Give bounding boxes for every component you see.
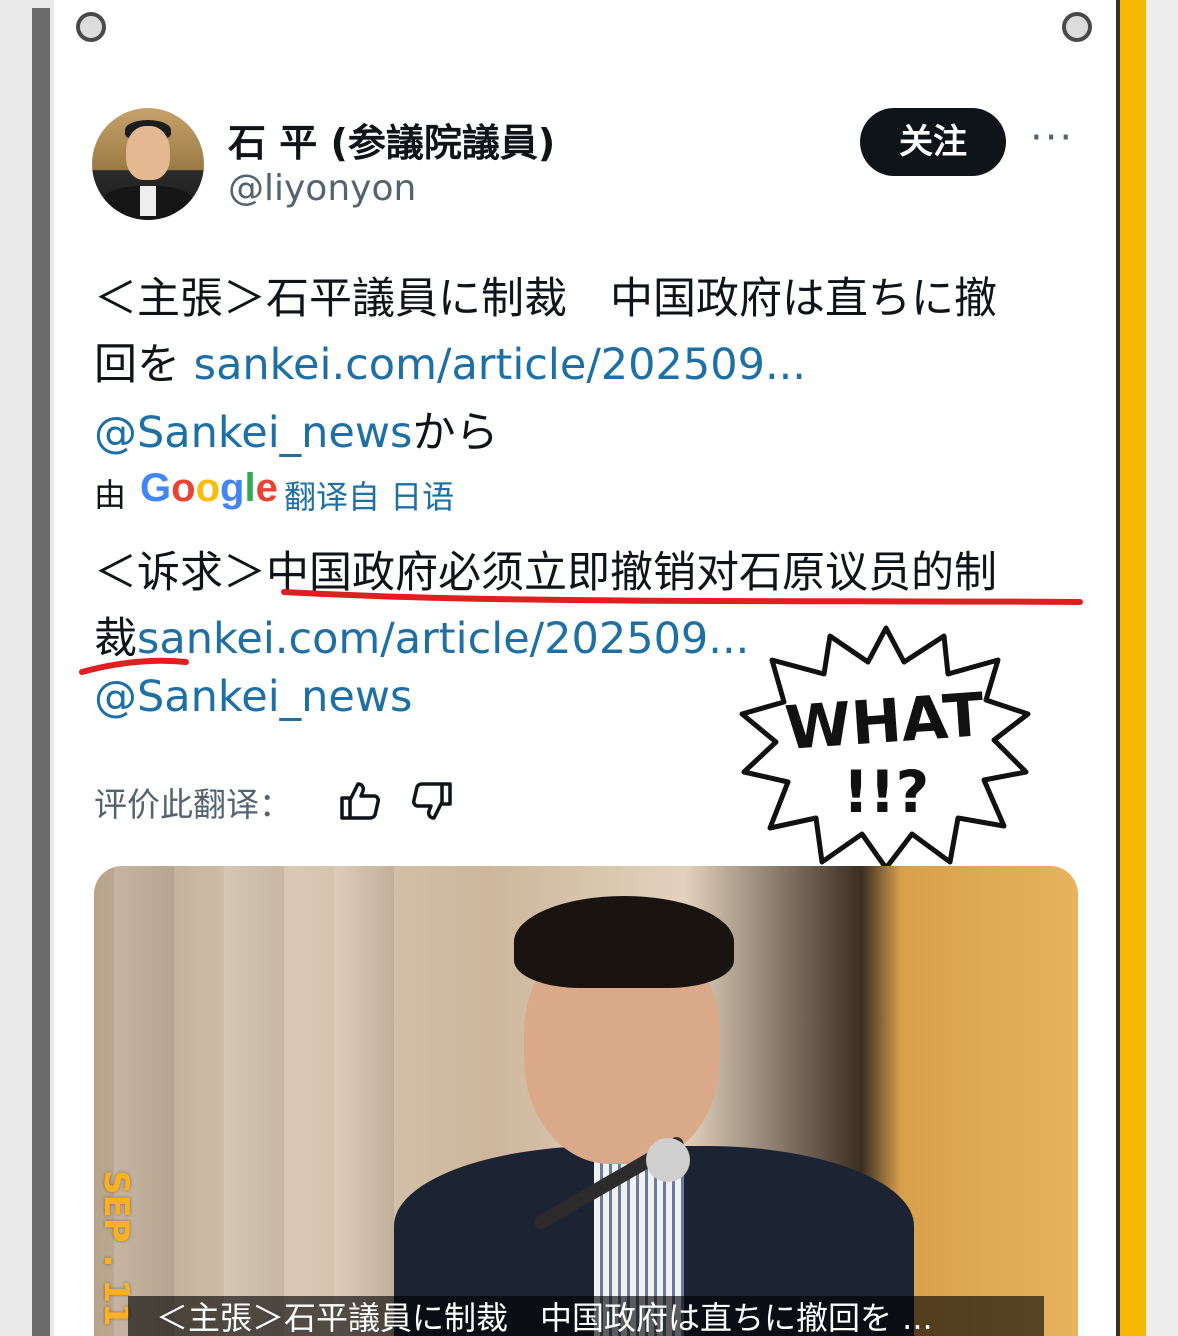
frame-left-border	[32, 8, 50, 1336]
what-sticker-burst: WHAT !!?	[739, 625, 1031, 871]
thumb-down-icon[interactable]	[410, 780, 454, 824]
translated-mention-link[interactable]: @Sankei_news	[94, 672, 412, 722]
pin-right-icon	[1062, 12, 1092, 42]
frame-right-edge	[1146, 0, 1178, 1336]
original-text-line-3: @Sankei_newsから	[94, 398, 498, 460]
google-logo: Google	[140, 466, 278, 510]
tweet-media-image[interactable]	[94, 866, 1078, 1336]
original-text-suffix: から	[412, 408, 499, 458]
article-link[interactable]: sankei.com/article/202509...	[194, 340, 806, 390]
original-text-fragment: 回を	[94, 340, 194, 390]
original-text-line-1: ＜主張＞石平議員に制裁 中国政府は直ちに撤	[94, 274, 997, 324]
mention-link[interactable]: @Sankei_news	[94, 408, 412, 458]
original-text-line-2: 回を sankei.com/article/202509...	[94, 330, 806, 392]
sticker-what-text: WHAT	[783, 680, 987, 764]
thumb-up-icon[interactable]	[338, 778, 382, 822]
more-options-icon[interactable]: ···	[1030, 118, 1080, 158]
translated-text-line-3: @Sankei_news	[94, 672, 412, 722]
follow-button[interactable]: 关注	[860, 108, 1006, 176]
rate-translation-label: 评价此翻译：	[94, 785, 292, 824]
author-handle[interactable]: @liyonyon	[228, 168, 416, 209]
translated-text-line-1: ＜诉求＞中国政府必须立即撤销对石原议员的制	[94, 548, 997, 598]
translated-text-line-2: 裁sankei.com/article/202509...	[94, 604, 749, 666]
translated-by-prefix: 由	[94, 476, 127, 514]
avatar[interactable]	[92, 108, 204, 220]
translated-article-link[interactable]: sankei.com/article/202509...	[137, 614, 749, 664]
translated-text-fragment: 裁	[94, 614, 137, 664]
video-caption: ＜主張＞石平議員に制裁 中国政府は直ちに撤回を ...	[128, 1296, 1044, 1336]
frame-right-accent	[1116, 0, 1150, 1336]
author-name[interactable]: 石 平 (参議院議員)	[228, 112, 555, 167]
translated-from-link[interactable]: 翻译自 日语	[284, 472, 454, 518]
sticker-exclaim-text: !!?	[843, 758, 930, 826]
pin-left-icon	[76, 12, 106, 42]
